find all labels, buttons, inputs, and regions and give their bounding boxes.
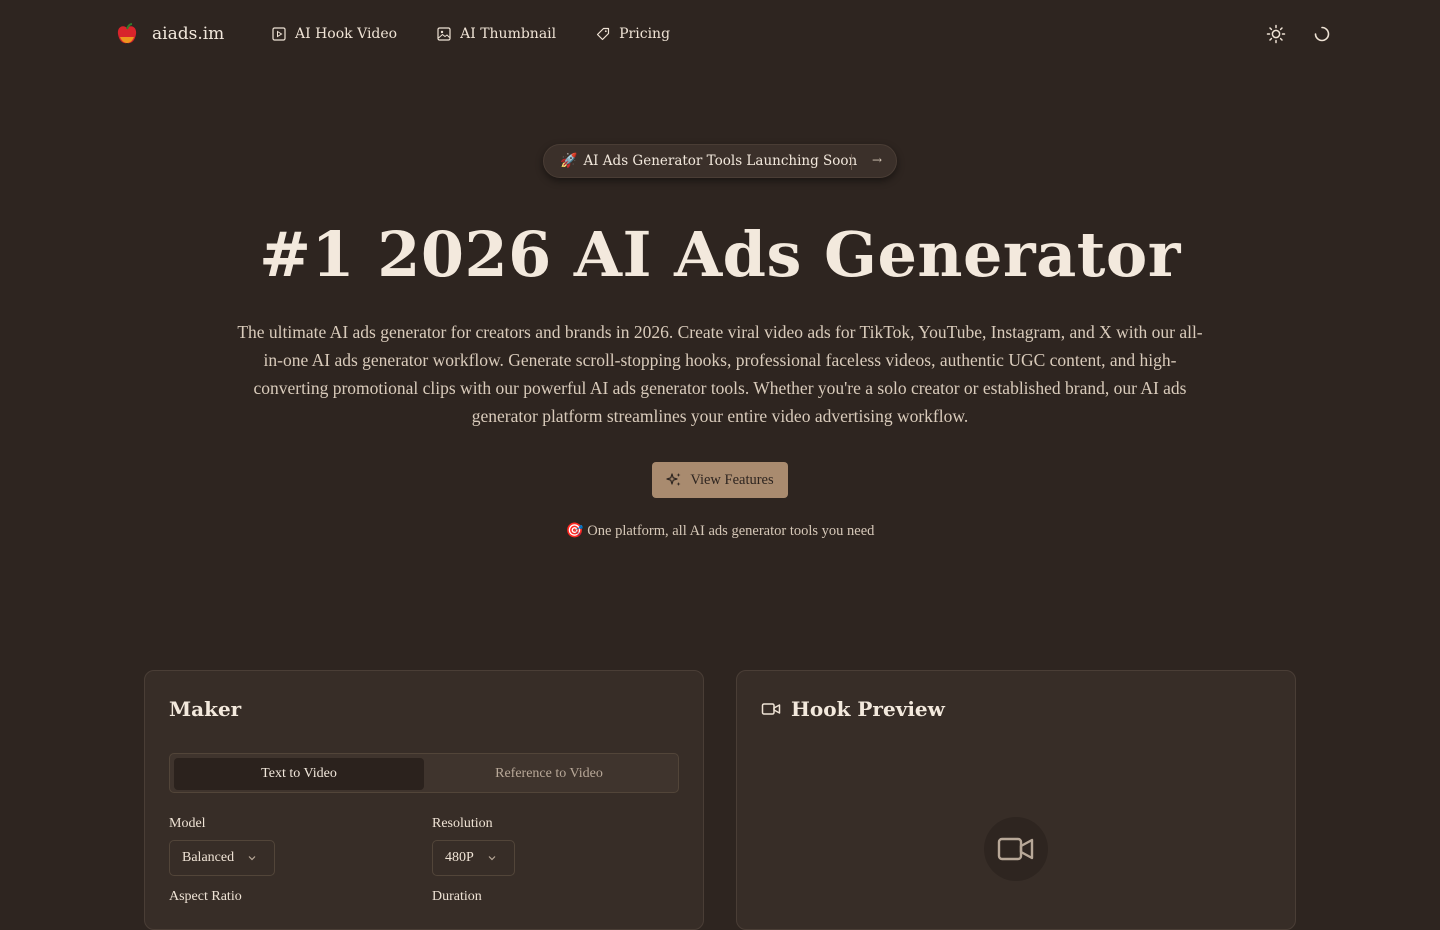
arrow-right-icon: → xyxy=(872,153,883,167)
resolution-select[interactable]: 480P xyxy=(432,840,515,876)
brand-name: aiads.im xyxy=(152,24,225,44)
hook-preview-title: Hook Preview xyxy=(761,697,945,721)
sun-icon[interactable] xyxy=(1266,24,1286,44)
chevron-down-icon xyxy=(488,856,496,861)
launch-badge[interactable]: 🚀 AI Ads Generator Tools Launching Soon … xyxy=(543,144,897,178)
resolution-label: Resolution xyxy=(432,816,493,831)
brand[interactable]: aiads.im xyxy=(116,22,224,46)
hook-preview-card: Hook Preview xyxy=(736,670,1296,930)
chevron-down-icon xyxy=(248,856,256,861)
badge-label: AI Ads Generator Tools Launching Soon xyxy=(583,153,858,169)
nav-actions xyxy=(1266,24,1332,44)
view-features-button[interactable]: View Features xyxy=(652,462,788,498)
loading-spinner-icon xyxy=(1314,26,1330,42)
sparkles-icon xyxy=(666,473,681,486)
duration-label: Duration xyxy=(432,889,482,904)
video-camera-icon xyxy=(997,837,1034,861)
tab-text-to-video[interactable]: Text to Video xyxy=(174,758,424,790)
cta-label: View Features xyxy=(690,471,774,488)
video-camera-icon xyxy=(761,703,781,715)
play-square-icon xyxy=(272,27,286,41)
badge-divider xyxy=(851,154,852,170)
maker-title: Maker xyxy=(169,697,242,721)
resolution-value: 480P xyxy=(445,850,474,865)
hook-preview-label: Hook Preview xyxy=(791,697,945,721)
nav-link-ai-thumbnail[interactable]: AI Thumbnail xyxy=(437,26,556,42)
nav-link-label: AI Thumbnail xyxy=(460,26,557,42)
top-nav: aiads.im AI Hook Video AI Thumbnail Pric… xyxy=(0,0,1440,72)
model-value: Balanced xyxy=(182,850,235,865)
hero-title: #1 2026 AI Ads Generator xyxy=(259,218,1181,291)
preview-placeholder xyxy=(984,817,1048,881)
maker-card: Maker Text to Video Reference to Video M… xyxy=(144,670,704,930)
model-label: Model xyxy=(169,816,206,831)
hero-tagline: 🎯 One platform, all AI ads generator too… xyxy=(565,523,875,539)
nav-links: AI Hook Video AI Thumbnail Pricing xyxy=(272,26,670,42)
nav-link-label: Pricing xyxy=(619,26,671,42)
hero-subtitle: The ultimate AI ads generator for creato… xyxy=(237,322,1203,426)
maker-tabs: Text to Video Reference to Video xyxy=(169,753,679,793)
apple-logo-icon xyxy=(117,23,137,44)
nav-link-pricing[interactable]: Pricing xyxy=(596,26,670,42)
image-icon xyxy=(437,27,451,41)
rocket-icon: 🚀 xyxy=(560,153,578,169)
model-select[interactable]: Balanced xyxy=(169,840,275,876)
aspect-ratio-label: Aspect Ratio xyxy=(169,889,242,904)
nav-link-ai-hook-video[interactable]: AI Hook Video xyxy=(272,26,397,42)
tab-reference-to-video[interactable]: Reference to Video xyxy=(424,758,674,790)
nav-link-label: AI Hook Video xyxy=(295,26,398,42)
tag-icon xyxy=(597,27,610,41)
